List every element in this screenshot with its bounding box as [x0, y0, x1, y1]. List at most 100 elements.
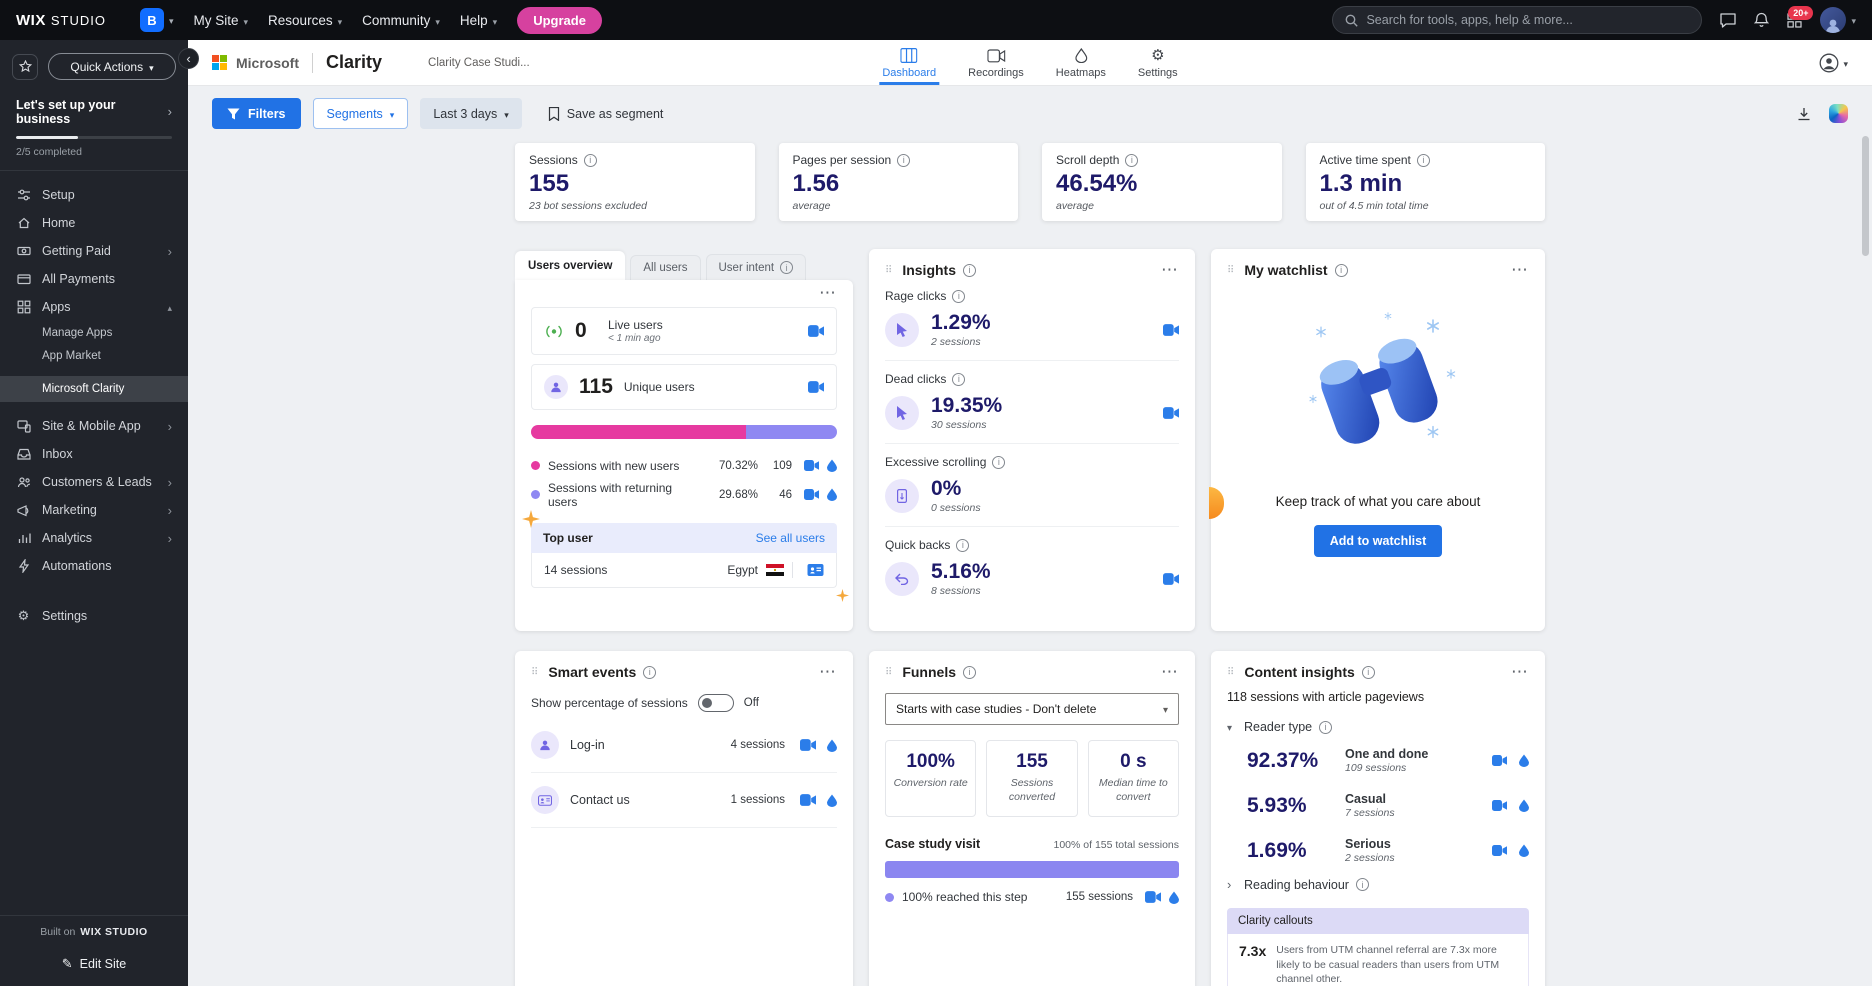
- drag-handle-icon[interactable]: [885, 265, 893, 276]
- sidebar-item-getting-paid[interactable]: Getting Paid: [0, 237, 188, 265]
- menu-help[interactable]: Help: [460, 13, 497, 28]
- info-icon[interactable]: [1319, 720, 1333, 734]
- heatmap-icon[interactable]: [827, 488, 837, 501]
- tab-user-intent[interactable]: User intent: [705, 254, 807, 280]
- info-icon[interactable]: [897, 153, 911, 167]
- reader-type-section-toggle[interactable]: Reader type: [1227, 716, 1529, 738]
- sidebar-item-app-market[interactable]: App Market: [0, 344, 188, 367]
- heatmap-icon[interactable]: [827, 739, 837, 752]
- upgrade-button[interactable]: Upgrade: [517, 6, 602, 34]
- heatmap-icon[interactable]: [827, 459, 837, 472]
- info-icon[interactable]: [1334, 263, 1348, 277]
- clarity-account-menu[interactable]: [1819, 53, 1848, 73]
- reading-behaviour-section-toggle[interactable]: Reading behaviour: [1227, 873, 1529, 896]
- tab-dashboard[interactable]: Dashboard: [879, 40, 940, 85]
- card-menu-button[interactable]: [819, 293, 837, 307]
- see-all-users-link[interactable]: See all users: [756, 531, 825, 545]
- info-icon[interactable]: [1125, 153, 1139, 167]
- recordings-icon[interactable]: [1163, 572, 1179, 585]
- sidebar-item-analytics[interactable]: Analytics: [0, 524, 188, 552]
- recordings-icon[interactable]: [1163, 406, 1179, 419]
- info-icon[interactable]: [963, 665, 976, 679]
- sidebar-item-apps[interactable]: Apps: [0, 293, 188, 321]
- sidebar-collapse-button[interactable]: [178, 48, 199, 69]
- notifications-bell-icon[interactable]: [1754, 12, 1770, 28]
- sidebar-item-customers-leads[interactable]: Customers & Leads: [0, 468, 188, 496]
- heatmap-icon[interactable]: [827, 794, 837, 807]
- info-icon[interactable]: [780, 261, 794, 274]
- info-icon[interactable]: [1355, 878, 1369, 891]
- user-id-card-icon[interactable]: [807, 564, 824, 576]
- card-menu-button[interactable]: [1161, 270, 1179, 271]
- recordings-icon[interactable]: [804, 489, 819, 500]
- chat-icon[interactable]: [1720, 12, 1737, 28]
- sidebar-item-settings[interactable]: Settings: [0, 602, 188, 630]
- copilot-icon[interactable]: [1829, 104, 1848, 123]
- info-icon[interactable]: [643, 665, 657, 679]
- info-icon[interactable]: [956, 538, 970, 552]
- drag-handle-icon[interactable]: [1227, 667, 1235, 678]
- sidebar-item-all-payments[interactable]: All Payments: [0, 265, 188, 293]
- download-icon[interactable]: [1797, 107, 1811, 121]
- heatmap-icon[interactable]: [1519, 799, 1529, 812]
- setup-business-banner[interactable]: Let's set up your business 2/5 completed: [0, 90, 188, 171]
- recordings-icon[interactable]: [1492, 845, 1507, 856]
- segments-dropdown[interactable]: Segments: [312, 98, 409, 129]
- sidebar-item-home[interactable]: Home: [0, 209, 188, 237]
- heatmap-icon[interactable]: [1519, 844, 1529, 857]
- favorites-star-button[interactable]: [12, 53, 38, 80]
- info-icon[interactable]: [992, 455, 1006, 469]
- add-to-watchlist-button[interactable]: Add to watchlist: [1313, 525, 1443, 557]
- edit-site-button[interactable]: Edit Site: [0, 946, 188, 986]
- menu-resources[interactable]: Resources: [268, 13, 342, 28]
- info-icon[interactable]: [963, 263, 976, 277]
- sidebar-item-automations[interactable]: Automations: [0, 552, 188, 580]
- filters-button[interactable]: Filters: [212, 98, 301, 129]
- wix-studio-logo[interactable]: WIX STUDIO: [16, 12, 106, 29]
- menu-my-site[interactable]: My Site: [194, 13, 249, 28]
- project-name[interactable]: Clarity Case Studi...: [428, 57, 530, 69]
- percentage-toggle[interactable]: [697, 694, 734, 712]
- card-menu-button[interactable]: [1161, 672, 1179, 673]
- drag-handle-icon[interactable]: [531, 667, 539, 678]
- site-selector[interactable]: B: [139, 8, 174, 32]
- info-icon[interactable]: [583, 153, 597, 167]
- info-icon[interactable]: [1416, 153, 1430, 167]
- card-menu-button[interactable]: [1511, 672, 1529, 673]
- tab-heatmaps[interactable]: Heatmaps: [1053, 40, 1109, 85]
- heatmap-icon[interactable]: [1169, 891, 1179, 904]
- recordings-icon[interactable]: [800, 794, 816, 806]
- sidebar-item-manage-apps[interactable]: Manage Apps: [0, 321, 188, 344]
- info-icon[interactable]: [1361, 665, 1375, 679]
- recordings-icon[interactable]: [1492, 755, 1507, 766]
- search-input[interactable]: [1366, 13, 1690, 27]
- sidebar-item-marketing[interactable]: Marketing: [0, 496, 188, 524]
- recordings-icon[interactable]: [804, 460, 819, 471]
- heatmap-icon[interactable]: [1519, 754, 1529, 767]
- menu-community[interactable]: Community: [362, 13, 440, 28]
- tab-settings[interactable]: Settings: [1135, 40, 1181, 85]
- info-icon[interactable]: [952, 289, 966, 303]
- date-range-dropdown[interactable]: Last 3 days: [420, 98, 522, 129]
- recordings-icon[interactable]: [808, 381, 824, 393]
- drag-handle-icon[interactable]: [885, 667, 893, 678]
- save-as-segment-button[interactable]: Save as segment: [548, 106, 663, 121]
- recordings-icon[interactable]: [1492, 800, 1507, 811]
- global-search[interactable]: [1332, 6, 1703, 34]
- vertical-scrollbar[interactable]: [1862, 136, 1869, 256]
- tab-all-users[interactable]: All users: [630, 255, 701, 280]
- rec​ordings-icon[interactable]: [1163, 323, 1179, 336]
- funnel-selector-dropdown[interactable]: Starts with case studies - Don't delete: [885, 693, 1179, 725]
- recordings-icon[interactable]: [800, 739, 816, 751]
- account-avatar[interactable]: [1820, 7, 1856, 33]
- sidebar-item-microsoft-clarity[interactable]: Microsoft Clarity: [0, 376, 188, 402]
- sidebar-item-site-mobile-app[interactable]: Site & Mobile App: [0, 412, 188, 440]
- drag-handle-icon[interactable]: [1227, 265, 1235, 276]
- sidebar-item-inbox[interactable]: Inbox: [0, 440, 188, 468]
- tab-recordings[interactable]: Recordings: [965, 40, 1027, 85]
- sidebar-item-setup[interactable]: Setup: [0, 181, 188, 209]
- recordings-icon[interactable]: [808, 325, 824, 337]
- recordings-icon[interactable]: [1145, 891, 1161, 904]
- card-menu-button[interactable]: [1511, 270, 1529, 271]
- quick-actions-button[interactable]: Quick Actions: [48, 53, 176, 80]
